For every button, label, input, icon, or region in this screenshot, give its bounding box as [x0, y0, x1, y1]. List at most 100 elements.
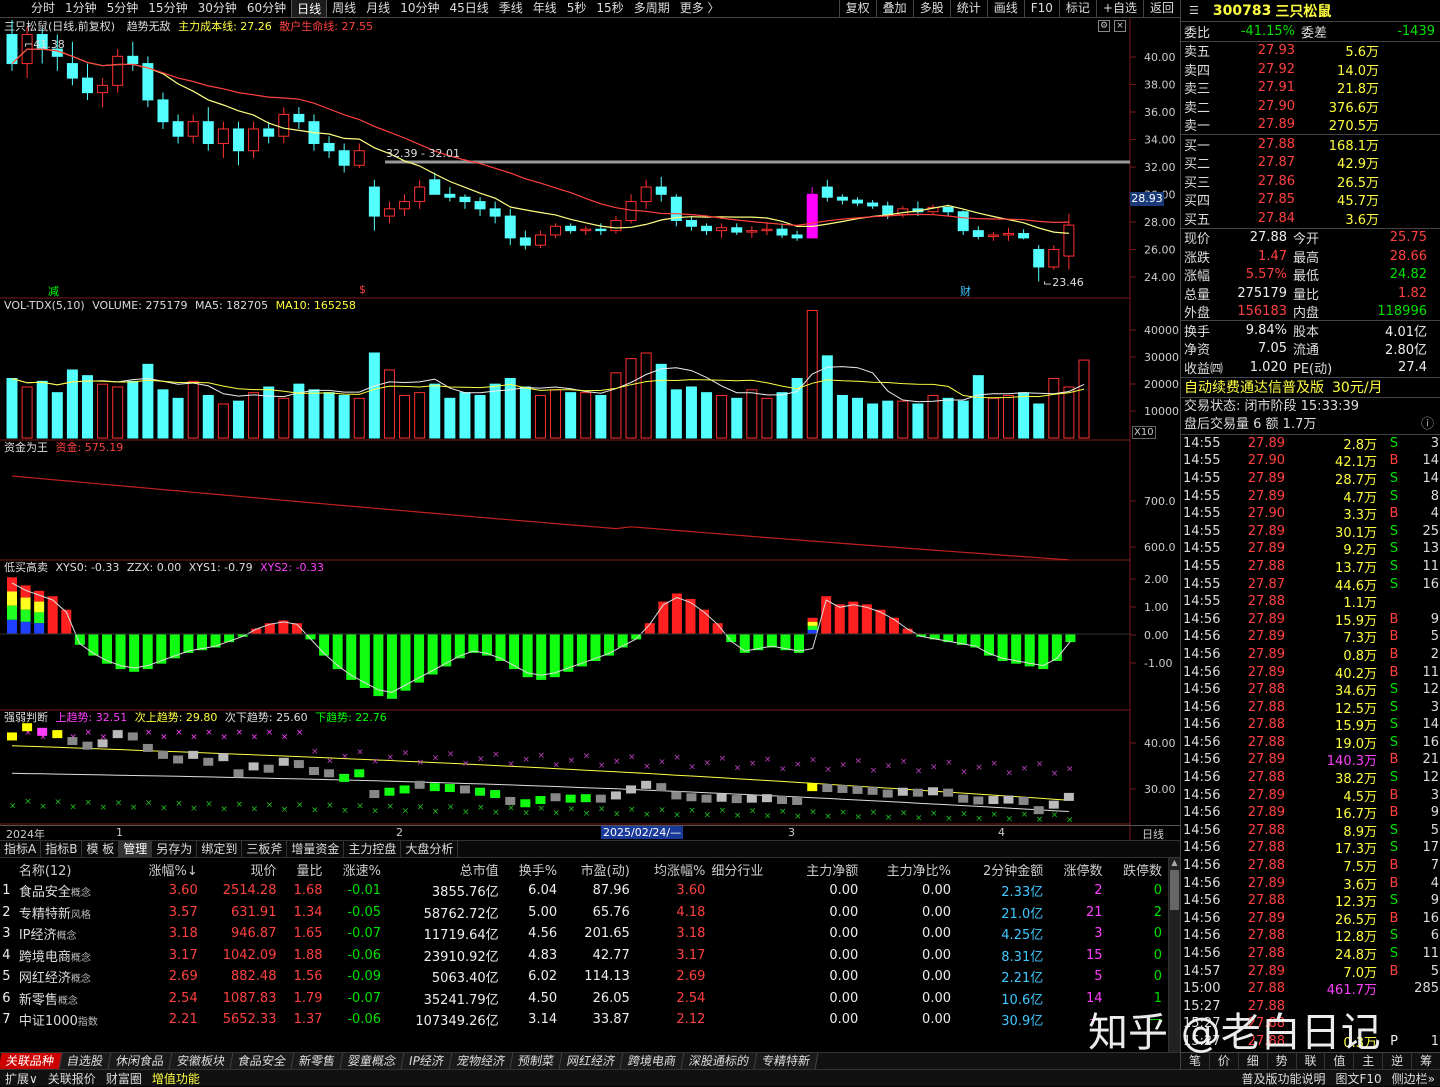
period-tab[interactable]: 30分钟	[193, 0, 242, 18]
indicator-tab[interactable]: 三板斧	[242, 841, 288, 857]
period-tab[interactable]: 月线	[361, 0, 395, 18]
status-right-item[interactable]: 普及版功能说明	[1236, 1070, 1330, 1087]
period-tab[interactable]: 45日线	[444, 0, 493, 18]
sector-tab[interactable]: 跨境电商	[620, 1053, 685, 1069]
indicator-tab[interactable]: 大盘分析	[401, 841, 459, 857]
sector-name[interactable]: 专精特新风格	[19, 902, 131, 924]
sector-tab[interactable]: 专精特新	[754, 1053, 819, 1069]
sector-tab[interactable]: 休闲食品	[108, 1053, 173, 1069]
period-tab[interactable]: 60分钟	[242, 0, 291, 18]
indicator-tab[interactable]: 另存为	[152, 841, 198, 857]
indicator-tab[interactable]: 主力控盘	[344, 841, 402, 857]
sector-tab[interactable]: IP经济	[401, 1053, 453, 1069]
indicator-tab[interactable]: 指标B	[41, 841, 83, 857]
period-tab[interactable]: 15分钟	[143, 0, 192, 18]
scroll-up-icon[interactable]: ▲	[1169, 858, 1180, 868]
column-header[interactable]: 涨速%	[329, 858, 387, 880]
sector-name[interactable]: 中证1000指数	[19, 1009, 131, 1031]
sector-name[interactable]: 食品安全概念	[19, 880, 131, 902]
tool-button[interactable]: 叠加	[875, 0, 913, 17]
sector-tab[interactable]: 安徽板块	[169, 1053, 234, 1069]
tool-button[interactable]: 返回	[1142, 0, 1180, 17]
tool-button[interactable]: 画线	[986, 0, 1024, 17]
status-item[interactable]: 扩展∨	[0, 1070, 43, 1087]
indicator-tab[interactable]: 管理	[119, 841, 153, 857]
volume-bar	[6, 378, 18, 439]
tool-button[interactable]: 统计	[949, 0, 987, 17]
tool-button[interactable]: 复权	[838, 0, 876, 17]
period-tab[interactable]: 5分钟	[102, 0, 144, 18]
period-tab[interactable]: 1分钟	[60, 0, 102, 18]
column-header[interactable]: 换手%	[505, 858, 563, 880]
table-row[interactable]: 4 跨境电商概念 3.17 1042.09 1.88 -0.06 23910.92亿 4.83…	[0, 945, 1168, 967]
sector-tab[interactable]: 关联品种	[0, 1053, 63, 1069]
dmgm-bar	[658, 601, 669, 634]
column-header[interactable]: 涨幅%↓	[131, 858, 204, 880]
column-header[interactable]: 2分钟金额	[957, 858, 1049, 880]
quote-tab[interactable]: 筹	[1412, 1053, 1440, 1069]
upper-mark: ×	[885, 762, 893, 772]
tool-button[interactable]: +自选	[1095, 0, 1143, 17]
table-row[interactable]: 1 食品安全概念 3.60 2514.28 1.68 -0.01 3855.76亿 6.04 8…	[0, 880, 1168, 902]
scroll-thumb[interactable]	[1170, 870, 1179, 910]
period-tab[interactable]: 10分钟	[395, 0, 444, 18]
sector-name[interactable]: IP经济概念	[19, 923, 131, 945]
column-header[interactable]: 主力净额	[788, 858, 864, 880]
tool-button[interactable]: 标记	[1058, 0, 1096, 17]
column-header[interactable]: 跌停数	[1109, 858, 1168, 880]
tick-count: 12	[1422, 770, 1439, 786]
status-item[interactable]: 增值功能	[147, 1070, 205, 1087]
column-header[interactable]: 总市值	[387, 858, 505, 880]
period-tab[interactable]: 15秒	[591, 0, 628, 18]
period-tab[interactable]: 日线	[291, 0, 328, 18]
status-right-item[interactable]: 侧边栏»	[1387, 1070, 1440, 1087]
table-row[interactable]: 6 新零售概念 2.54 1087.83 1.79 -0.07 35241.79亿 4.50 2…	[0, 988, 1168, 1010]
sector-name[interactable]: 新零售概念	[19, 988, 131, 1010]
tool-button[interactable]: 多股	[912, 0, 950, 17]
sector-tab[interactable]: 婴童概念	[340, 1053, 405, 1069]
indicator-tab[interactable]: 增量资金	[287, 841, 345, 857]
sector-tab[interactable]: 新零售	[291, 1053, 344, 1069]
ad-banner[interactable]: 自动续费通达信普及版 30元/月	[1181, 378, 1440, 398]
sector-tab[interactable]: 深股通标的	[681, 1053, 758, 1069]
table-row[interactable]: 5 网红经济概念 2.69 882.48 1.56 -0.09 5063.40亿 6.02 11…	[0, 966, 1168, 988]
menu-icon[interactable]: ☰	[1189, 4, 1199, 17]
period-tab[interactable]: 周线	[327, 0, 361, 18]
sector-tab[interactable]: 食品安全	[230, 1053, 295, 1069]
column-header[interactable]: 量比	[282, 858, 328, 880]
quote-tab[interactable]: 逆	[1383, 1053, 1413, 1069]
tool-button[interactable]: F10	[1023, 0, 1059, 17]
table-cell: 1.68	[293, 883, 323, 899]
period-tab[interactable]: 分时	[26, 0, 60, 18]
column-header[interactable]: 均涨幅%	[636, 858, 712, 880]
column-header[interactable]: 涨停数	[1049, 858, 1108, 880]
column-header[interactable]: 主力净比%	[864, 858, 957, 880]
column-header[interactable]	[0, 858, 19, 880]
column-header[interactable]: 细分行业	[711, 858, 787, 880]
period-tab[interactable]: 5秒	[562, 0, 592, 18]
sector-name[interactable]: 网红经济概念	[19, 966, 131, 988]
sector-tab[interactable]: 预制菜	[510, 1053, 563, 1069]
indicator-tab[interactable]: 指标A	[0, 841, 42, 857]
sector-tab[interactable]: 网红经济	[559, 1053, 624, 1069]
column-header[interactable]: 现价	[204, 858, 283, 880]
column-header[interactable]: 名称(12)	[19, 858, 131, 880]
sector-name[interactable]: 跨境电商概念	[19, 945, 131, 967]
sector-tab[interactable]: 自选股	[59, 1053, 112, 1069]
status-right-item[interactable]: 图文F10	[1330, 1070, 1386, 1087]
column-header[interactable]: 市盈(动)	[563, 858, 636, 880]
status-item[interactable]: 关联报价	[43, 1070, 101, 1087]
sector-tab[interactable]: 宠物经济	[449, 1053, 514, 1069]
tick-time: 14:56	[1183, 946, 1221, 962]
indicator-tab[interactable]: 绑定到	[197, 841, 243, 857]
indicator-tab[interactable]: 模 板	[82, 841, 120, 857]
status-item[interactable]: 财富圈	[101, 1070, 147, 1087]
period-tab[interactable]: 季线	[494, 0, 528, 18]
table-row[interactable]: 2 专精特新风格 3.57 631.91 1.34 -0.05 58762.72亿 5.00 6…	[0, 902, 1168, 924]
period-tab[interactable]: 年线	[528, 0, 562, 18]
period-tab[interactable]: 多周期	[629, 0, 675, 18]
table-row[interactable]: 7 中证1000指数 2.21 5652.33 1.37 -0.06 107349.26亿 3…	[0, 1009, 1168, 1031]
period-tab[interactable]: 更多 〉	[675, 0, 725, 18]
table-row[interactable]: 3 IP经济概念 3.18 946.87 1.65 -0.07 11719.64亿 4.56 2…	[0, 923, 1168, 945]
info-icon[interactable]: ⓘ	[1421, 416, 1434, 434]
